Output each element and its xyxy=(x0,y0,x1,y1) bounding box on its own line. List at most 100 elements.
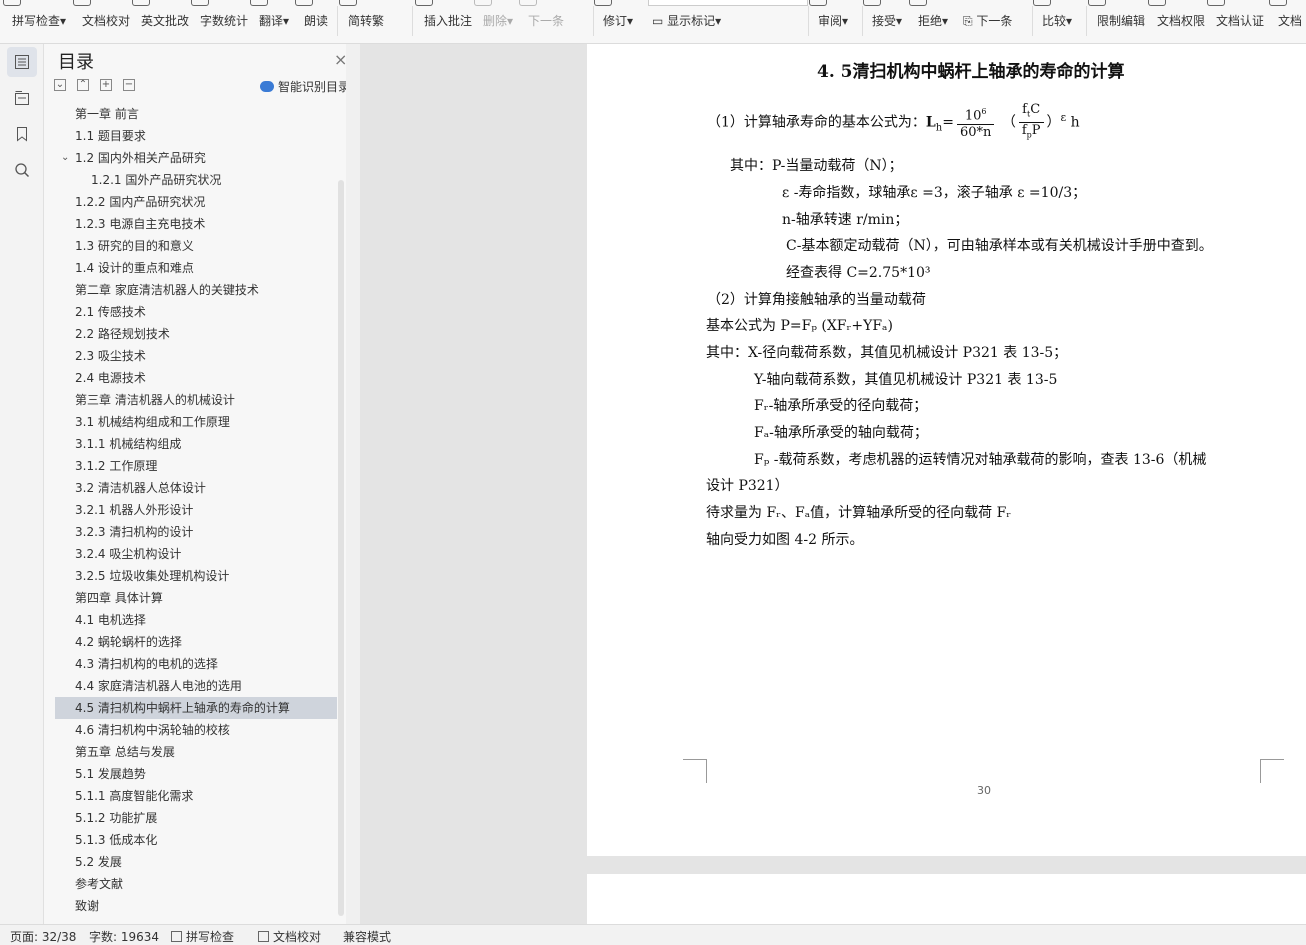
toc-item[interactable]: 3.2.5 垃圾收集处理机构设计 xyxy=(55,565,337,587)
toc-item[interactable]: 4.1 电机选择 xyxy=(55,609,337,631)
toc-item[interactable]: 3.2 清洁机器人总体设计 xyxy=(55,477,337,499)
certificate-icon xyxy=(1207,0,1225,6)
toc-item-label: 3.1.1 机械结构组成 xyxy=(75,437,182,451)
toolbar-divider xyxy=(337,6,338,36)
toc-item[interactable]: 致谢 xyxy=(55,895,337,917)
toc-item[interactable]: 第一章 前言 xyxy=(55,103,337,125)
toc-item[interactable]: 1.2.1 国外产品研究状况 xyxy=(55,169,337,191)
toc-item-label: 3.1.2 工作原理 xyxy=(75,459,158,473)
chapter-icon xyxy=(15,91,29,105)
toc-item[interactable]: 1.3 研究的目的和意义 xyxy=(55,235,337,257)
remove-item-icon[interactable]: − xyxy=(123,79,135,91)
toc-item-label: 第五章 总结与发展 xyxy=(75,745,175,759)
page-indicator[interactable]: 页面: 32/38 xyxy=(10,928,76,945)
smart-toc-button[interactable]: 智能识别目录 xyxy=(260,78,350,95)
toolbar-divider xyxy=(808,6,809,36)
english-correction-icon xyxy=(132,0,150,6)
expand-up-icon[interactable]: ⌃ xyxy=(77,79,89,91)
toc-item[interactable]: 5.1 发展趋势 xyxy=(55,763,337,785)
toc-item-label: 5.1.3 低成本化 xyxy=(75,833,158,847)
chapter-pane-button[interactable] xyxy=(7,83,37,113)
toc-item-label: 4.2 蜗轮蜗杆的选择 xyxy=(75,635,182,649)
spellcheck-icon xyxy=(3,0,21,6)
toc-item[interactable]: 3.1.2 工作原理 xyxy=(55,455,337,477)
status-proofread-button[interactable]: 文档校对 xyxy=(258,928,321,945)
bookmark-icon xyxy=(17,127,27,142)
word-count-indicator[interactable]: 字数: 19634 xyxy=(89,928,159,945)
toc-item[interactable]: 5.1.3 低成本化 xyxy=(55,829,337,851)
toc-item[interactable]: 2.4 电源技术 xyxy=(55,367,337,389)
doc-paragraph: Fₚ -载荷系数，考虑机器的运转情况对轴承载荷的影响，查表 13-6（机械 xyxy=(754,452,1207,468)
doc-paragraph: 待求量为 Fᵣ、Fₐ值，计算轴承所受的径向载荷 Fᵣ xyxy=(706,505,1012,521)
doc-paragraph: 基本公式为 P=Fₚ (XFᵣ+YFₐ) xyxy=(706,318,893,334)
next-change-icon: ⎘ xyxy=(963,14,977,28)
doc-paragraph: ε -寿命指数，球轴承ε =3，滚子轴承 ε =10/3； xyxy=(782,185,1087,201)
toc-item[interactable]: 参考文献 xyxy=(55,873,337,895)
toc-item-label: 4.4 家庭清洁机器人电池的选用 xyxy=(75,679,242,693)
toc-item[interactable]: 第二章 家庭清洁机器人的关键技术 xyxy=(55,279,337,301)
toc-item[interactable]: 2.1 传感技术 xyxy=(55,301,337,323)
toc-item[interactable]: 5.2 发展 xyxy=(55,851,337,873)
word-count-icon xyxy=(191,0,209,6)
toolbar-divider xyxy=(862,6,863,36)
toc-item[interactable]: 4.6 清扫机构中涡轮轴的校核 xyxy=(55,719,337,741)
toc-icon xyxy=(15,55,29,69)
toc-item-label: 1.1 题目要求 xyxy=(75,129,146,143)
toc-item[interactable]: 第五章 总结与发展 xyxy=(55,741,337,763)
toc-item[interactable]: 5.1.2 功能扩展 xyxy=(55,807,337,829)
toc-item[interactable]: 4.3 清扫机构的电机的选择 xyxy=(55,653,337,675)
toc-item[interactable]: 3.1.1 机械结构组成 xyxy=(55,433,337,455)
doc-paragraph: 设计 P321） xyxy=(706,478,789,494)
toc-item-label: 1.4 设计的重点和难点 xyxy=(75,261,194,275)
toolbar-divider xyxy=(1032,6,1033,36)
doc-paragraph: Fᵣ-轴承所承受的径向载荷； xyxy=(754,398,928,414)
toc-item[interactable]: 1.4 设计的重点和难点 xyxy=(55,257,337,279)
toc-item-label: 第三章 清洁机器人的机械设计 xyxy=(75,393,235,407)
smart-assistant-icon xyxy=(260,81,274,92)
compare-icon xyxy=(1033,0,1051,6)
ribbon-toolbar: 拼写检查▾ 文档校对 英文批改 字数统计 翻译▾ 朗读 简转繁 插入批注 删除▾… xyxy=(0,0,1306,44)
collapse-all-icon[interactable]: ⌄ xyxy=(54,79,66,91)
page-corner-mark-right xyxy=(1260,759,1284,783)
toolbar-divider xyxy=(1086,6,1087,36)
toc-item[interactable]: 4.2 蜗轮蜗杆的选择 xyxy=(55,631,337,653)
accept-icon xyxy=(863,0,881,6)
toc-item[interactable]: 3.2.4 吸尘机构设计 xyxy=(55,543,337,565)
toc-item[interactable]: 第四章 具体计算 xyxy=(55,587,337,609)
read-aloud-icon xyxy=(295,0,313,6)
status-spellcheck-button[interactable]: 拼写检查 xyxy=(171,928,234,945)
toc-item-label: 第一章 前言 xyxy=(75,107,139,121)
toc-item[interactable]: 1.2.2 国内产品研究状况 xyxy=(55,191,337,213)
toc-item[interactable]: 5.1.1 高度智能化需求 xyxy=(55,785,337,807)
doc-paragraph: 经查表得 C=2.75*10³ xyxy=(786,265,931,281)
toc-item-label: 4.6 清扫机构中涡轮轴的校核 xyxy=(75,723,230,737)
toc-item-label: 3.1 机械结构组成和工作原理 xyxy=(75,415,230,429)
toc-item-label: 1.3 研究的目的和意义 xyxy=(75,239,194,253)
proofread-status-icon xyxy=(258,931,269,942)
toc-item[interactable]: 4.4 家庭清洁机器人电池的选用 xyxy=(55,675,337,697)
search-pane-button[interactable] xyxy=(7,155,37,185)
toc-item[interactable]: 4.5 清扫机构中蜗杆上轴承的寿命的计算 xyxy=(55,697,337,719)
toc-item-label: 4.5 清扫机构中蜗杆上轴承的寿命的计算 xyxy=(75,701,290,715)
toc-item[interactable]: 3.1 机械结构组成和工作原理 xyxy=(55,411,337,433)
toc-item[interactable]: ⌄ 1.2 国内外相关产品研究 xyxy=(55,147,337,169)
toc-item[interactable]: 2.3 吸尘技术 xyxy=(55,345,337,367)
toc-item[interactable]: 第三章 清洁机器人的机械设计 xyxy=(55,389,337,411)
toc-item[interactable]: 2.2 路径规划技术 xyxy=(55,323,337,345)
toc-item-label: 参考文献 xyxy=(75,877,124,891)
bookmark-pane-button[interactable] xyxy=(7,119,37,149)
toc-item[interactable]: 1.2.3 电源自主充电技术 xyxy=(55,213,337,235)
toc-list: 第一章 前言 1.1 题目要求 ⌄ 1.2 国内外相关产品研究 1.2.1 国外产品研究… xyxy=(55,103,337,923)
toc-item-label: 4.3 清扫机构的电机的选择 xyxy=(75,657,218,671)
toc-item[interactable]: 3.2.3 清扫机构的设计 xyxy=(55,521,337,543)
add-item-icon[interactable]: + xyxy=(100,79,112,91)
formula-fraction-1: 106 60*n xyxy=(956,104,995,141)
toc-pane-button[interactable] xyxy=(7,47,37,77)
toc-item-label: 5.1.1 高度智能化需求 xyxy=(75,789,194,803)
spellcheck-status-icon xyxy=(171,931,182,942)
toc-item[interactable]: 3.2.1 机器人外形设计 xyxy=(55,499,337,521)
toc-item[interactable]: 1.1 题目要求 xyxy=(55,125,337,147)
toc-scrollbar[interactable] xyxy=(338,180,344,916)
markup-mode-select[interactable] xyxy=(648,0,808,6)
chevron-down-icon[interactable]: ⌄ xyxy=(61,147,69,169)
